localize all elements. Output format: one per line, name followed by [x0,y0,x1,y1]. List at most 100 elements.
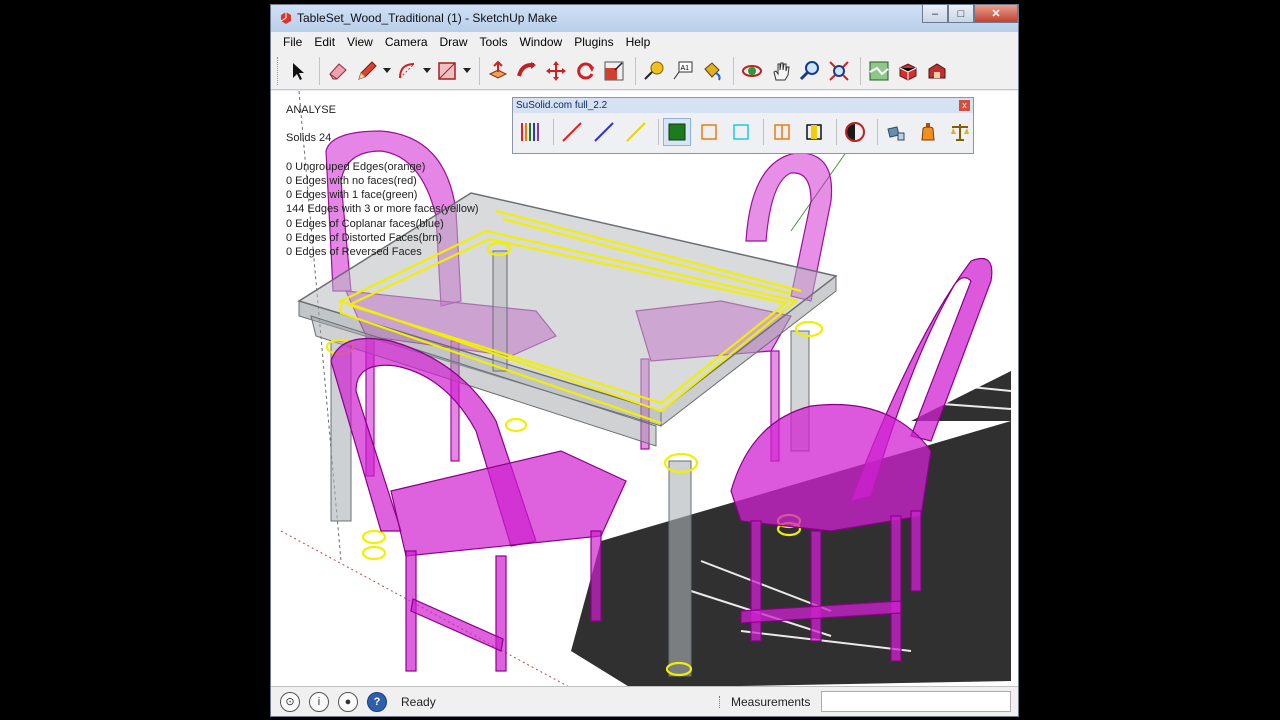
reverse-faces-button[interactable] [841,118,869,146]
multicolor-lines-icon [521,123,539,141]
green-square-icon [668,123,686,141]
orbit-icon [742,64,762,77]
menu-draw[interactable]: Draw [434,35,474,49]
add-location-button[interactable] [866,57,892,85]
pan-tool-button[interactable] [768,57,794,85]
menu-camera[interactable]: Camera [379,35,434,49]
menu-window[interactable]: Window [514,35,569,49]
analyse-line: 0 Edges with 1 face(green) [286,189,418,202]
arc-icon [399,62,415,78]
analyse-line: 144 Edges with 3 or more faces(yellow) [286,203,479,216]
text-label-icon: A1 [673,61,693,79]
select-arrow-icon [293,62,304,80]
move-icon [546,60,566,81]
select-tool-button[interactable] [285,57,311,85]
status-text: Ready [401,694,436,709]
palette-separator [836,119,837,145]
eraser-tool-button[interactable] [325,57,351,85]
measurements-label: Measurements [731,695,811,709]
follow-me-tool-button[interactable] [514,57,540,85]
rectangle-tool-button[interactable] [434,57,460,85]
model-viewport[interactable]: ANALYSE Solids 24 0 Ungrouped Edges(oran… [271,91,1018,686]
pencil-tool-button[interactable] [354,57,380,85]
close-button[interactable]: ✕ [974,5,1018,23]
share-model-button[interactable] [895,57,921,85]
blue-edges-button[interactable] [590,118,618,146]
measurements-input[interactable] [821,691,1011,712]
orbit-tool-button[interactable] [739,57,765,85]
zoom-extents-tool-button[interactable] [826,57,852,85]
susolid-all-edges-button[interactable] [517,118,545,146]
share-model-icon [899,62,917,81]
menu-tools[interactable]: Tools [474,35,514,49]
sketchup-window: TableSet_Wood_Traditional (1) - SketchUp… [270,4,1019,717]
shell-fix-button[interactable] [882,118,910,146]
analyse-line: 0 Edges of Reversed Faces [286,246,422,259]
zoom-extents-icon [829,60,849,81]
arc-dropdown[interactable] [423,57,431,85]
solid-faces-button[interactable] [663,118,691,146]
tape-measure-tool-button[interactable] [641,57,667,85]
menu-view[interactable]: View [341,35,379,49]
reverse-faces-icon [845,122,865,142]
maximize-button[interactable]: □ [948,5,974,23]
pencil-dropdown[interactable] [383,57,391,85]
paint-bucket-icon [704,61,721,80]
arc-tool-button[interactable] [394,57,420,85]
svg-text:A1: A1 [681,65,690,72]
paint-bucket-tool-button[interactable] [699,57,725,85]
main-toolbar: A1 [271,52,1018,90]
credits-info-icon[interactable]: i [309,691,329,712]
menu-edit[interactable]: Edit [308,35,341,49]
orange-square-icon [701,124,717,140]
menu-plugins[interactable]: Plugins [568,35,619,49]
geo-location-icon[interactable]: ⊙ [280,691,300,712]
menu-help[interactable]: Help [620,35,657,49]
susolid-toolbar: SuSolid.com full_2.2 x [512,97,974,154]
zoom-tool-button[interactable] [797,57,823,85]
orange-faces-button[interactable] [695,118,723,146]
rectangle-dropdown[interactable] [463,57,471,85]
menu-file[interactable]: File [277,35,308,49]
help-icon[interactable]: ? [367,691,387,712]
chevron-down-icon [423,67,431,73]
analyse-line: 0 Edges of Distorted Faces(brn) [286,232,442,245]
user-account-icon[interactable]: ● [338,691,358,712]
toolbar-grip[interactable] [277,56,281,85]
move-tool-button[interactable] [543,57,569,85]
yellow-edges-button[interactable] [622,118,650,146]
map-icon [869,61,889,80]
weight-scale-button[interactable] [946,118,974,146]
tape-measure-icon [644,61,664,80]
palette-separator [553,119,554,145]
balance-scale-icon [951,124,969,141]
yellow-line-icon [626,122,646,142]
split-faces-button[interactable] [768,118,796,146]
toolbar-separator [479,56,480,85]
window-title: TableSet_Wood_Traditional (1) - SketchUp… [297,11,558,25]
minimize-button[interactable]: – [922,5,948,23]
push-pull-tool-button[interactable] [485,57,511,85]
rotate-tool-button[interactable] [572,57,598,85]
volume-button[interactable] [914,118,942,146]
susolid-toolbar-title[interactable]: SuSolid.com full_2.2 [513,98,973,113]
warehouse-icon [928,62,946,78]
cyan-square-icon [733,124,749,140]
palette-separator [877,119,878,145]
rectangle-icon [438,61,456,80]
get-models-button[interactable] [924,57,950,85]
rotate-icon [577,62,594,79]
scale-tool-button[interactable] [601,57,627,85]
split-square-icon [774,124,790,140]
status-bar: ⊙ i ● ? Ready Measurements [271,686,1018,716]
title-bar: TableSet_Wood_Traditional (1) - SketchUp… [271,5,1018,32]
bracket-faces-button[interactable] [800,118,828,146]
solids-count: Solids 24 [286,132,332,145]
cyan-faces-button[interactable] [727,118,755,146]
text-tool-button[interactable]: A1 [670,57,696,85]
palette-separator [763,119,764,145]
susolid-close-button[interactable]: x [959,100,970,111]
red-edges-button[interactable] [558,118,586,146]
follow-me-icon [517,61,536,77]
palette-separator [658,119,659,145]
